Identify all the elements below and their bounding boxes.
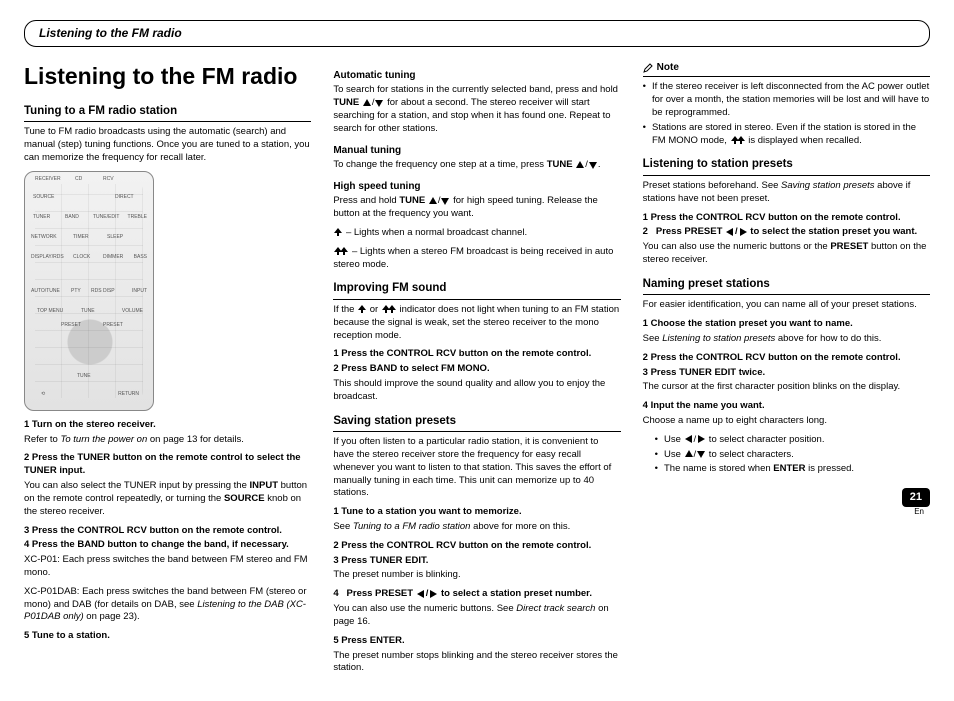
naming-text: For easier identification, you can name … [643,299,930,312]
stereo-antenna-icon [339,246,349,256]
nm-step-2: 2 Press the CONTROL RCV button on the re… [643,352,930,365]
naming-bullets: Use / to select character position. Use … [643,434,930,476]
sv-step-1: 1 Tune to a station you want to memorize… [333,506,620,519]
sv-step-5-sub: The preset number stops blinking and the… [333,650,620,676]
note-bullet-2: Stations are stored in stereo. Even if t… [643,122,930,148]
nm-step-1-sub: See Listening to station presets above f… [643,333,930,346]
antenna-icon [333,227,343,237]
sv-step-3-sub: The preset number is blinking. [333,569,620,582]
step-1-sub: Refer to To turn the power on on page 13… [24,434,311,447]
ls-step-1: 1 Press the CONTROL RCV button on the re… [643,212,930,225]
high-speed-text: Press and hold TUNE / for high speed tun… [333,195,620,221]
step-5: 5 Tune to a station. [24,630,311,643]
imp-sub: This should improve the sound quality an… [333,378,620,404]
listening-text: Preset stations beforehand. See Saving s… [643,180,930,206]
nm-step-4: 4 Input the name you want. [643,400,930,413]
right-icon [738,227,748,237]
ls-step-2: 2 Press PRESET / to select the station p… [643,226,930,239]
heading-naming: Naming preset stations [643,277,930,296]
sv-step-2: 2 Press the CONTROL RCV button on the re… [333,540,620,553]
column-3: Note If the stereo receiver is left disc… [643,61,930,681]
stereo-antenna-icon [387,304,397,314]
left-icon [684,434,694,444]
imp-step-2: 2 Press BAND to select FM MONO. [333,363,620,376]
page-title: Listening to the FM radio [24,61,311,92]
nm-step-4-sub: Choose a name up to eight characters lon… [643,415,930,428]
nm-step-3-sub: The cursor at the first character positi… [643,381,930,394]
auto-tuning-text: To search for stations in the currently … [333,84,620,135]
sv-step-5: 5 Press ENTER. [333,635,620,648]
imp-step-1: 1 Press the CONTROL RCV button on the re… [333,348,620,361]
sv-step-4: 4 Press PRESET / to select a station pre… [333,588,620,601]
nm-bullet-1: Use / to select character position. [655,434,930,447]
step-4-sub2: XC-P01DAB: Each press switches the band … [24,586,311,624]
heading-saving: Saving station presets [333,414,620,433]
sv-step-1-sub: See Tuning to a FM radio station above f… [333,521,620,534]
heading-tuning: Tuning to a FM radio station [24,104,311,123]
nm-bullet-2: Use / to select characters. [655,449,930,462]
sv-step-3: 3 Press TUNER EDIT. [333,555,620,568]
indicator-stereo: – Lights when a stereo FM broadcast is b… [333,246,620,272]
step-4: 4 Press the BAND button to change the ba… [24,539,311,552]
nm-bullet-3: The name is stored when ENTER is pressed… [655,463,930,476]
antenna-icon [357,304,367,314]
content-columns: Listening to the FM radio Tuning to a FM… [24,61,930,681]
pencil-icon [643,63,653,73]
sv-step-4-sub: You can also use the numeric buttons. Se… [333,603,620,629]
down-icon [374,98,384,108]
nm-step-3: 3 Press TUNER EDIT twice. [643,367,930,380]
up-icon [575,160,585,170]
stereo-antenna-icon [736,135,746,145]
saving-text: If you often listen to a particular radi… [333,436,620,500]
heading-improving: Improving FM sound [333,281,620,300]
up-icon [428,196,438,206]
page-number-badge: 21 [902,488,930,507]
down-icon [440,196,450,206]
note-bullet-1: If the stereo receiver is left disconnec… [643,81,930,119]
manual-tuning-text: To change the frequency one step at a ti… [333,159,620,172]
section-header-title: Listening to the FM radio [39,26,182,40]
step-3: 3 Press the CONTROL RCV button on the re… [24,525,311,538]
heading-auto-tuning: Automatic tuning [333,69,620,83]
page-lang: En [914,507,924,518]
step-1: 1 Turn on the stereo receiver. [24,419,311,432]
intro-paragraph: Tune to FM radio broadcasts using the au… [24,126,311,164]
down-icon [588,160,598,170]
heading-high-speed: High speed tuning [333,180,620,194]
column-1: Listening to the FM radio Tuning to a FM… [24,61,311,681]
indicator-mono: – Lights when a normal broadcast channel… [333,227,620,240]
note-heading: Note [643,61,930,78]
right-icon [428,589,438,599]
column-2: Automatic tuning To search for stations … [333,61,620,681]
improving-text: If the or indicator does not light when … [333,304,620,342]
section-header: Listening to the FM radio [24,20,930,47]
heading-manual-tuning: Manual tuning [333,144,620,158]
down-icon [696,449,706,459]
left-icon [725,227,735,237]
right-icon [696,434,706,444]
ls-sub: You can also use the numeric buttons or … [643,241,930,267]
heading-listening-presets: Listening to station presets [643,157,930,176]
step-2-sub: You can also select the TUNER input by p… [24,480,311,518]
step-4-sub1: XC-P01: Each press switches the band bet… [24,554,311,580]
left-icon [416,589,426,599]
step-2: 2 Press the TUNER button on the remote c… [24,452,311,478]
remote-control-illustration: RECEIVER CD RCV SOURCE DIRECT TUNER BAND… [24,171,154,411]
up-icon [684,449,694,459]
nm-step-1: 1 Choose the station preset you want to … [643,318,930,331]
up-icon [362,98,372,108]
